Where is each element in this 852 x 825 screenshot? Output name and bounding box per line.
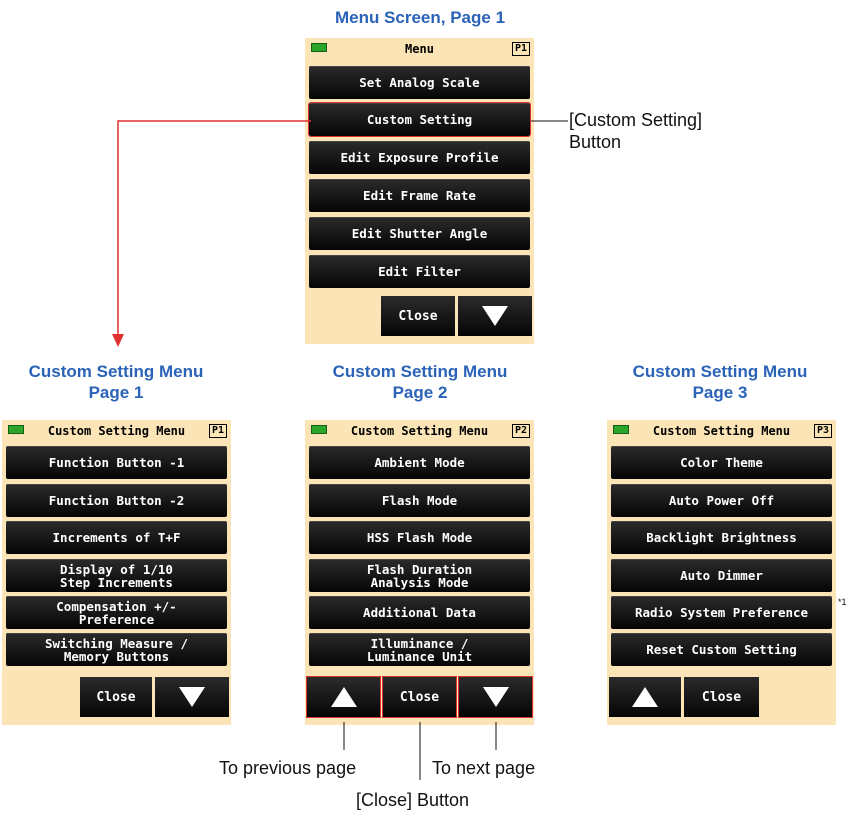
arrow-down-icon: [179, 687, 205, 707]
arrow-down-icon: [482, 687, 509, 707]
footnote-marker: *1: [838, 597, 847, 607]
heading-cs-page3: Custom Setting Menu Page 3: [632, 362, 808, 402]
reset-custom-setting-button[interactable]: Reset Custom Setting: [611, 633, 832, 666]
compensation-preference-button[interactable]: Compensation +/- Preference: [6, 596, 227, 629]
arrow-up-icon: [632, 687, 658, 707]
next-page-button[interactable]: [458, 676, 533, 718]
edit-filter-button[interactable]: Edit Filter: [309, 255, 530, 288]
page-indicator: P3: [813, 424, 832, 438]
next-page-callout: To next page: [432, 758, 536, 778]
custom-setting-callout: [Custom Setting] Button: [569, 110, 703, 152]
heading-cs-page2: Custom Setting Menu Page 2: [332, 362, 508, 402]
increments-button[interactable]: Increments of T+F: [6, 521, 227, 554]
navigation-arrowhead: [112, 334, 124, 347]
page-indicator: P2: [511, 424, 530, 438]
screen-header: Custom Setting Menu P3: [607, 420, 836, 442]
backlight-brightness-button[interactable]: Backlight Brightness: [611, 521, 832, 554]
function-button-1[interactable]: Function Button -1: [6, 446, 227, 479]
close-button[interactable]: Close: [80, 677, 152, 717]
custom-setting-page3-screen: Custom Setting Menu P3 Color Theme Auto …: [607, 420, 836, 725]
custom-setting-page2-screen: Custom Setting Menu P2 Ambient Mode Flas…: [305, 420, 534, 725]
prev-page-callout: To previous page: [219, 758, 357, 778]
close-button[interactable]: Close: [381, 296, 455, 336]
custom-setting-button[interactable]: Custom Setting: [308, 102, 531, 137]
color-theme-button[interactable]: Color Theme: [611, 446, 832, 479]
illuminance-luminance-unit-button[interactable]: Illuminance / Luminance Unit: [309, 633, 530, 666]
auto-dimmer-button[interactable]: Auto Dimmer: [611, 559, 832, 592]
previous-page-button[interactable]: [306, 676, 381, 718]
page-indicator: P1: [511, 42, 530, 56]
close-button-callout: [Close] Button: [356, 790, 470, 810]
auto-power-off-button[interactable]: Auto Power Off: [611, 484, 832, 517]
previous-page-button[interactable]: [609, 677, 681, 717]
close-button[interactable]: Close: [382, 676, 457, 718]
navigation-arrow-line: [117, 120, 311, 337]
set-analog-scale-button[interactable]: Set Analog Scale: [309, 66, 530, 99]
ambient-mode-button[interactable]: Ambient Mode: [309, 446, 530, 479]
screen-title: Menu: [405, 42, 434, 56]
radio-system-preference-button[interactable]: Radio System Preference: [611, 596, 832, 629]
screen-title: Custom Setting Menu: [652, 424, 791, 438]
edit-shutter-angle-button[interactable]: Edit Shutter Angle: [309, 217, 530, 250]
edit-frame-rate-button[interactable]: Edit Frame Rate: [309, 179, 530, 212]
page-indicator: P1: [208, 424, 227, 438]
switching-measure-memory-button[interactable]: Switching Measure / Memory Buttons: [6, 633, 227, 666]
arrow-up-icon: [330, 687, 357, 707]
hss-flash-mode-button[interactable]: HSS Flash Mode: [309, 521, 530, 554]
next-page-button[interactable]: [155, 677, 229, 717]
menu-screen: Menu P1 Set Analog Scale Custom Setting …: [305, 38, 534, 344]
display-step-increments-button[interactable]: Display of 1/10 Step Increments: [6, 559, 227, 592]
screen-header: Menu P1: [305, 38, 534, 60]
arrow-down-icon: [482, 306, 508, 326]
close-button[interactable]: Close: [684, 677, 759, 717]
heading-cs-page1: Custom Setting Menu Page 1: [28, 362, 204, 402]
screen-title: Custom Setting Menu: [350, 424, 489, 438]
screen-header: Custom Setting Menu P1: [2, 420, 231, 442]
screen-title: Custom Setting Menu: [47, 424, 186, 438]
additional-data-button[interactable]: Additional Data: [309, 596, 530, 629]
custom-setting-page1-screen: Custom Setting Menu P1 Function Button -…: [2, 420, 231, 725]
flash-mode-button[interactable]: Flash Mode: [309, 484, 530, 517]
edit-exposure-profile-button[interactable]: Edit Exposure Profile: [309, 141, 530, 174]
function-button-2[interactable]: Function Button -2: [6, 484, 227, 517]
screen-header: Custom Setting Menu P2: [305, 420, 534, 442]
heading-menu-page1: Menu Screen, Page 1: [334, 8, 506, 27]
flash-duration-analysis-button[interactable]: Flash Duration Analysis Mode: [309, 559, 530, 592]
next-page-button[interactable]: [458, 296, 532, 336]
